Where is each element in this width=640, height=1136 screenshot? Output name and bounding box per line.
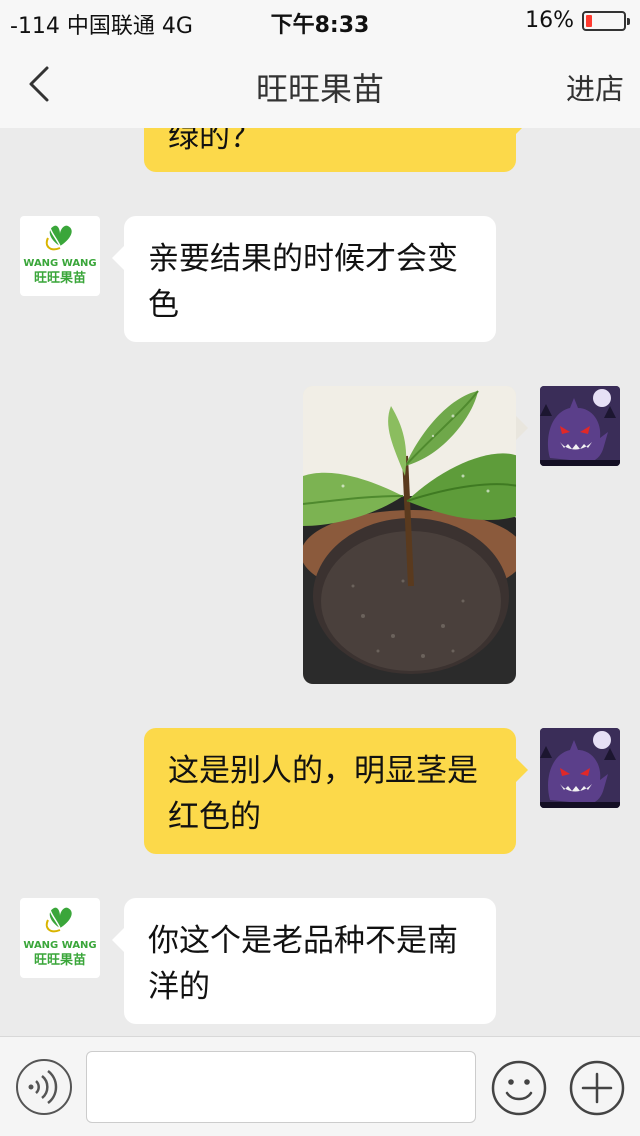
plant-photo xyxy=(303,386,516,684)
battery-level xyxy=(586,15,592,27)
voice-icon xyxy=(28,1070,58,1104)
svg-text:旺旺果苗: 旺旺果苗 xyxy=(34,270,86,286)
message-incoming[interactable]: 亲要结果的时候才会变 色 xyxy=(112,216,496,342)
wangwang-logo-icon: WANG WANG 旺旺果苗 xyxy=(23,225,97,286)
svg-text:WANG WANG: WANG WANG xyxy=(23,258,96,269)
input-bar xyxy=(0,1036,640,1136)
svg-text:旺旺果苗: 旺旺果苗 xyxy=(34,952,86,968)
message-input[interactable] xyxy=(86,1051,476,1123)
message-text-line: 红色的 xyxy=(168,799,261,835)
plus-icon xyxy=(569,1060,625,1116)
more-options-button[interactable] xyxy=(568,1059,626,1117)
nav-bar: 旺旺果苗 进店 xyxy=(0,40,640,128)
emoji-button[interactable] xyxy=(490,1059,548,1117)
page-title: 旺旺果苗 xyxy=(255,70,384,108)
message-text-line: 色 xyxy=(148,287,179,323)
message-text-line: 你这个是老品种不是南 xyxy=(148,923,458,959)
message-text-line: 洋的 xyxy=(148,969,210,1005)
ghost-avatar-icon xyxy=(540,386,620,466)
chat-area[interactable]: 绿的？ WANG WANG 旺旺果苗 亲要结果的时候才会变 色 这是别人的，明显… xyxy=(0,128,640,1036)
shop-avatar[interactable]: WANG WANG 旺旺果苗 xyxy=(20,898,100,978)
battery-icon xyxy=(582,11,630,31)
smiley-icon xyxy=(491,1060,547,1116)
image-message-tail xyxy=(516,416,528,440)
svg-text:WANG WANG: WANG WANG xyxy=(23,940,96,951)
message-outgoing[interactable]: 绿的？ xyxy=(144,128,528,172)
shop-avatar[interactable]: WANG WANG 旺旺果苗 xyxy=(20,216,100,296)
image-message[interactable] xyxy=(303,386,516,684)
message-text: 绿的？ xyxy=(168,128,261,155)
status-bar: -114 中国联通 4G 下午8:33 16% xyxy=(0,0,640,40)
ghost-avatar-icon xyxy=(540,728,620,808)
battery-percent: 16% xyxy=(525,8,574,33)
user-avatar[interactable] xyxy=(540,386,620,466)
enter-shop-button[interactable]: 进店 xyxy=(566,66,624,108)
wangwang-logo-icon: WANG WANG 旺旺果苗 xyxy=(23,907,97,968)
user-avatar[interactable] xyxy=(540,728,620,808)
message-outgoing[interactable]: 这是别人的，明显茎是 红色的 xyxy=(144,728,528,854)
message-text-line: 这是别人的，明显茎是 xyxy=(168,753,478,789)
voice-button[interactable] xyxy=(16,1059,72,1115)
message-incoming[interactable]: 你这个是老品种不是南 洋的 xyxy=(112,898,496,1024)
message-text-line: 亲要结果的时候才会变 xyxy=(148,241,458,277)
